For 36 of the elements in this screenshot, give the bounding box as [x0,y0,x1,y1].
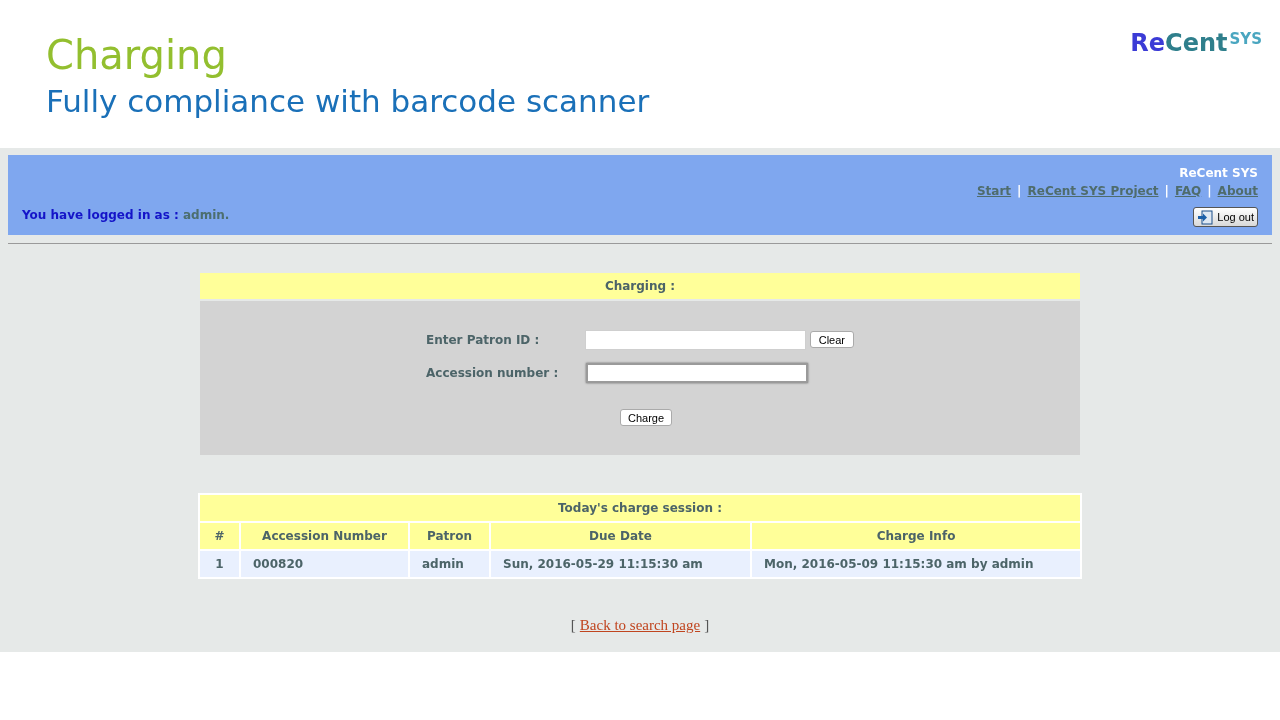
slide-title: Charging [46,31,228,80]
logo: ReCent$^{SYS}$ [1130,28,1262,59]
nav-separator: | [1207,183,1212,200]
table-cell: Mon, 2016-05-09 11:15:30 am by admin [752,551,1080,577]
nav-separator: | [1017,183,1022,200]
nav-link[interactable]: ReCent SYS Project [1027,182,1159,200]
table-cell: admin [410,551,489,577]
input-field[interactable] [585,329,806,350]
login-user: admin. [183,208,230,222]
table-title: Today's charge session : [200,495,1080,521]
nav-link[interactable]: About [1217,182,1258,200]
logout-button[interactable]: Log out [1193,207,1258,227]
door-arrow-icon [1197,209,1214,225]
column-header: Accession Number [241,523,408,549]
bracket: [ [570,616,576,635]
charge-button[interactable]: Charge [619,409,673,426]
field-label: Accession number : [426,364,560,382]
column-header: # [200,523,239,549]
slide-subtitle: Fully compliance with barcode scanner [46,82,650,121]
table-cell: 000820 [241,551,408,577]
input-field[interactable] [586,362,808,383]
column-header: Patron [410,523,489,549]
column-header: Due Date [491,523,750,549]
nav-separator: | [1164,183,1169,200]
form-title: Charging : [200,273,1080,299]
clear-button[interactable]: Clear [809,331,854,348]
column-header: Charge Info [752,523,1080,549]
table-cell: Sun, 2016-05-29 11:15:30 am [491,551,750,577]
login-label: You have logged in as : [22,208,179,222]
nav-link[interactable]: Start [976,182,1012,200]
bracket: ] [704,616,710,635]
back-link[interactable]: Back to search page [579,614,701,637]
site-name: ReCent SYS [1179,165,1258,182]
field-label: Enter Patron ID : [426,331,541,349]
nav-link[interactable]: FAQ [1174,182,1202,200]
table-cell: 1 [200,551,239,577]
